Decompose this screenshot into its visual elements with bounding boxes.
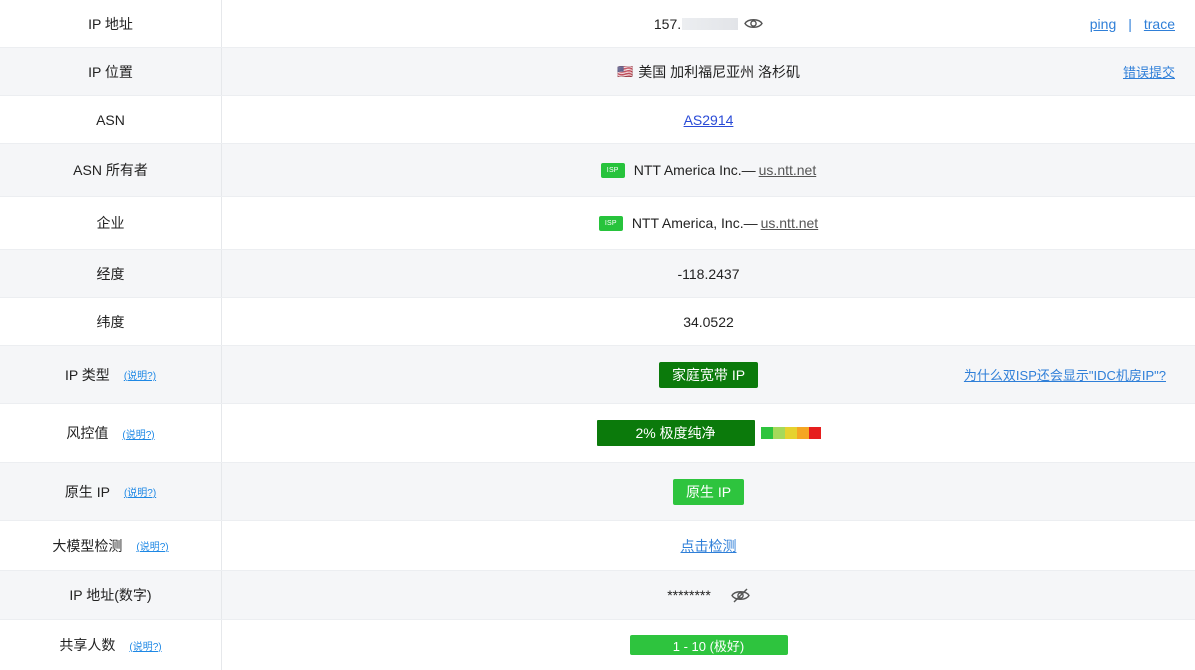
value-ip-numeric: ******** [222, 571, 1195, 619]
report-error-link[interactable]: 错误提交 [1123, 62, 1175, 81]
risk-scale-swatch [784, 427, 797, 439]
label-native-ip: 原生 IP [64, 483, 110, 500]
ip-address-prefix: 157. [653, 15, 682, 32]
label-company: 企业 [0, 197, 222, 249]
click-detect-link[interactable]: 点击检测 [681, 536, 737, 556]
asn-owner-name: NTT America Inc.— [633, 162, 756, 178]
label-asn: ASN [0, 96, 222, 143]
label-asn-owner: ASN 所有者 [0, 144, 222, 196]
label-shared: 共享人数 [59, 637, 116, 653]
value-asn-owner: ISP NTT America Inc.— us.ntt.net [222, 144, 1195, 196]
label-risk: 风控值 [66, 425, 109, 441]
row-ip-address: IP 地址 157. ping | trace [0, 0, 1195, 48]
risk-scale-swatch [808, 427, 821, 439]
eye-off-icon[interactable] [730, 588, 750, 603]
label-ip-numeric: IP 地址(数字) [0, 571, 222, 619]
row-asn: ASN AS2914 [0, 96, 1195, 144]
dual-isp-faq-link[interactable]: 为什么双ISP还会显示"IDC机房IP"? [964, 365, 1166, 384]
eye-icon[interactable] [744, 17, 763, 30]
row-ip-numeric: IP 地址(数字) ******** [0, 571, 1195, 620]
value-ip-address: 157. ping | trace [222, 0, 1195, 47]
label-ip-location: IP 位置 [0, 48, 222, 95]
row-ip-type: IP 类型 (说明?) 家庭宽带 IP 为什么双ISP还会显示"IDC机房IP"… [0, 346, 1195, 404]
value-native-ip: 原生 IP [222, 463, 1195, 520]
row-llm-detect: 大模型检测 (说明?) 点击检测 [0, 521, 1195, 571]
risk-hint-link[interactable]: (说明?) [122, 426, 154, 441]
row-risk: 风控值 (说明?) 2% 极度纯净 [0, 404, 1195, 463]
label-ip-type: IP 类型 [64, 366, 110, 383]
asn-owner-domain-link[interactable]: us.ntt.net [759, 162, 817, 178]
us-flag-icon: 🇺🇸 [617, 63, 634, 79]
location-text: 美国 加利福尼亚州 洛杉矶 [638, 63, 800, 80]
label-latitude: 纬度 [0, 298, 222, 345]
row-asn-owner: ASN 所有者 ISP NTT America Inc.— us.ntt.net [0, 144, 1195, 197]
risk-scale-swatch [760, 427, 773, 439]
label-longitude: 经度 [0, 250, 222, 297]
value-longitude: -118.2437 [677, 265, 740, 282]
ip-type-badge: 家庭宽带 IP [658, 361, 759, 388]
company-name: NTT America, Inc.— [631, 215, 758, 231]
value-company: ISP NTT America, Inc.— us.ntt.net [222, 197, 1195, 249]
risk-score-bar: 2% 极度纯净 [596, 420, 755, 446]
value-ip-type: 家庭宽带 IP 为什么双ISP还会显示"IDC机房IP"? [222, 346, 1195, 403]
label-ip-address: IP 地址 [0, 0, 222, 47]
value-llm-detect: 点击检测 [222, 521, 1195, 570]
shared-users-badge: 1 - 10 (极好) [629, 635, 788, 655]
shared-hint-link[interactable]: (说明?) [129, 638, 161, 653]
ip-type-tools: 为什么双ISP还会显示"IDC机房IP"? [964, 346, 1166, 403]
label-risk-cell: 风控值 (说明?) [0, 404, 222, 462]
risk-scale-swatch [796, 427, 809, 439]
row-longitude: 经度 -118.2437 [0, 250, 1195, 298]
row-latitude: 纬度 34.0522 [0, 298, 1195, 346]
label-ip-type-cell: IP 类型 (说明?) [0, 346, 222, 403]
native-ip-hint-link[interactable]: (说明?) [124, 484, 156, 499]
value-asn: AS2914 [222, 96, 1195, 143]
value-risk: 2% 极度纯净 [222, 404, 1195, 462]
risk-color-scale [760, 427, 821, 439]
isp-badge: ISP [600, 162, 625, 178]
ip-info-table: IP 地址 157. ping | trace IP 位置 🇺🇸 美国 加利福尼… [0, 0, 1195, 670]
company-domain-link[interactable]: us.ntt.net [761, 215, 819, 231]
ip-tools: ping | trace [1090, 0, 1175, 47]
label-llm: 大模型检测 [52, 537, 123, 554]
row-native-ip: 原生 IP (说明?) 原生 IP [0, 463, 1195, 521]
isp-badge: ISP [598, 215, 623, 231]
asn-link[interactable]: AS2914 [684, 112, 734, 128]
native-ip-badge: 原生 IP [672, 478, 745, 505]
risk-scale-swatch [772, 427, 785, 439]
value-ip-location: 🇺🇸 美国 加利福尼亚州 洛杉矶 错误提交 [222, 48, 1195, 95]
label-llm-cell: 大模型检测 (说明?) [0, 521, 222, 570]
location-tools: 错误提交 [1123, 48, 1175, 95]
row-ip-location: IP 位置 🇺🇸 美国 加利福尼亚州 洛杉矶 错误提交 [0, 48, 1195, 96]
trace-link[interactable]: trace [1144, 16, 1175, 32]
ping-link[interactable]: ping [1090, 16, 1116, 32]
ip-type-hint-link[interactable]: (说明?) [124, 367, 156, 382]
ip-address-mask [682, 17, 739, 30]
value-latitude: 34.0522 [683, 313, 734, 330]
link-separator: | [1128, 15, 1132, 32]
label-native-ip-cell: 原生 IP (说明?) [0, 463, 222, 520]
llm-hint-link[interactable]: (说明?) [136, 538, 168, 553]
ip-numeric-masked: ******** [667, 587, 711, 603]
row-company: 企业 ISP NTT America, Inc.— us.ntt.net [0, 197, 1195, 250]
